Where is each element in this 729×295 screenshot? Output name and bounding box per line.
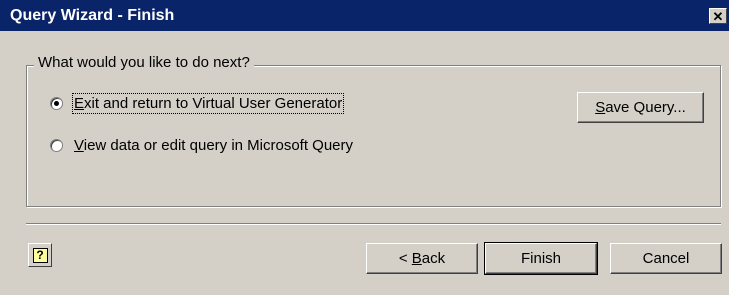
radio-label-exit: Exit and return to Virtual User Generato… <box>71 93 345 114</box>
radio-button-checked[interactable] <box>50 97 63 110</box>
cancel-button[interactable]: Cancel <box>610 243 722 274</box>
save-query-button[interactable]: Save Query... <box>577 92 704 123</box>
query-wizard-dialog: Query Wizard - Finish ✕ What would you l… <box>0 0 729 295</box>
radio-view-in-ms-query[interactable]: View data or edit query in Microsoft Que… <box>50 137 353 154</box>
close-icon: ✕ <box>712 8 724 24</box>
finish-button[interactable]: Finish <box>484 242 598 275</box>
separator-line <box>26 223 721 225</box>
close-button[interactable]: ✕ <box>709 8 727 24</box>
next-action-group <box>26 65 721 207</box>
help-icon: ? <box>32 247 48 263</box>
radio-exit-to-vugen[interactable]: Exit and return to Virtual User Generato… <box>50 93 345 114</box>
group-legend: What would you like to do next? <box>34 54 254 71</box>
title-bar[interactable]: Query Wizard - Finish ✕ <box>0 0 729 31</box>
radio-button-unchecked[interactable] <box>50 139 63 152</box>
help-button[interactable]: ? <box>28 243 52 267</box>
back-button[interactable]: < Back <box>366 243 478 274</box>
window-title: Query Wizard - Finish <box>10 6 175 24</box>
radio-label-view: View data or edit query in Microsoft Que… <box>74 137 354 154</box>
